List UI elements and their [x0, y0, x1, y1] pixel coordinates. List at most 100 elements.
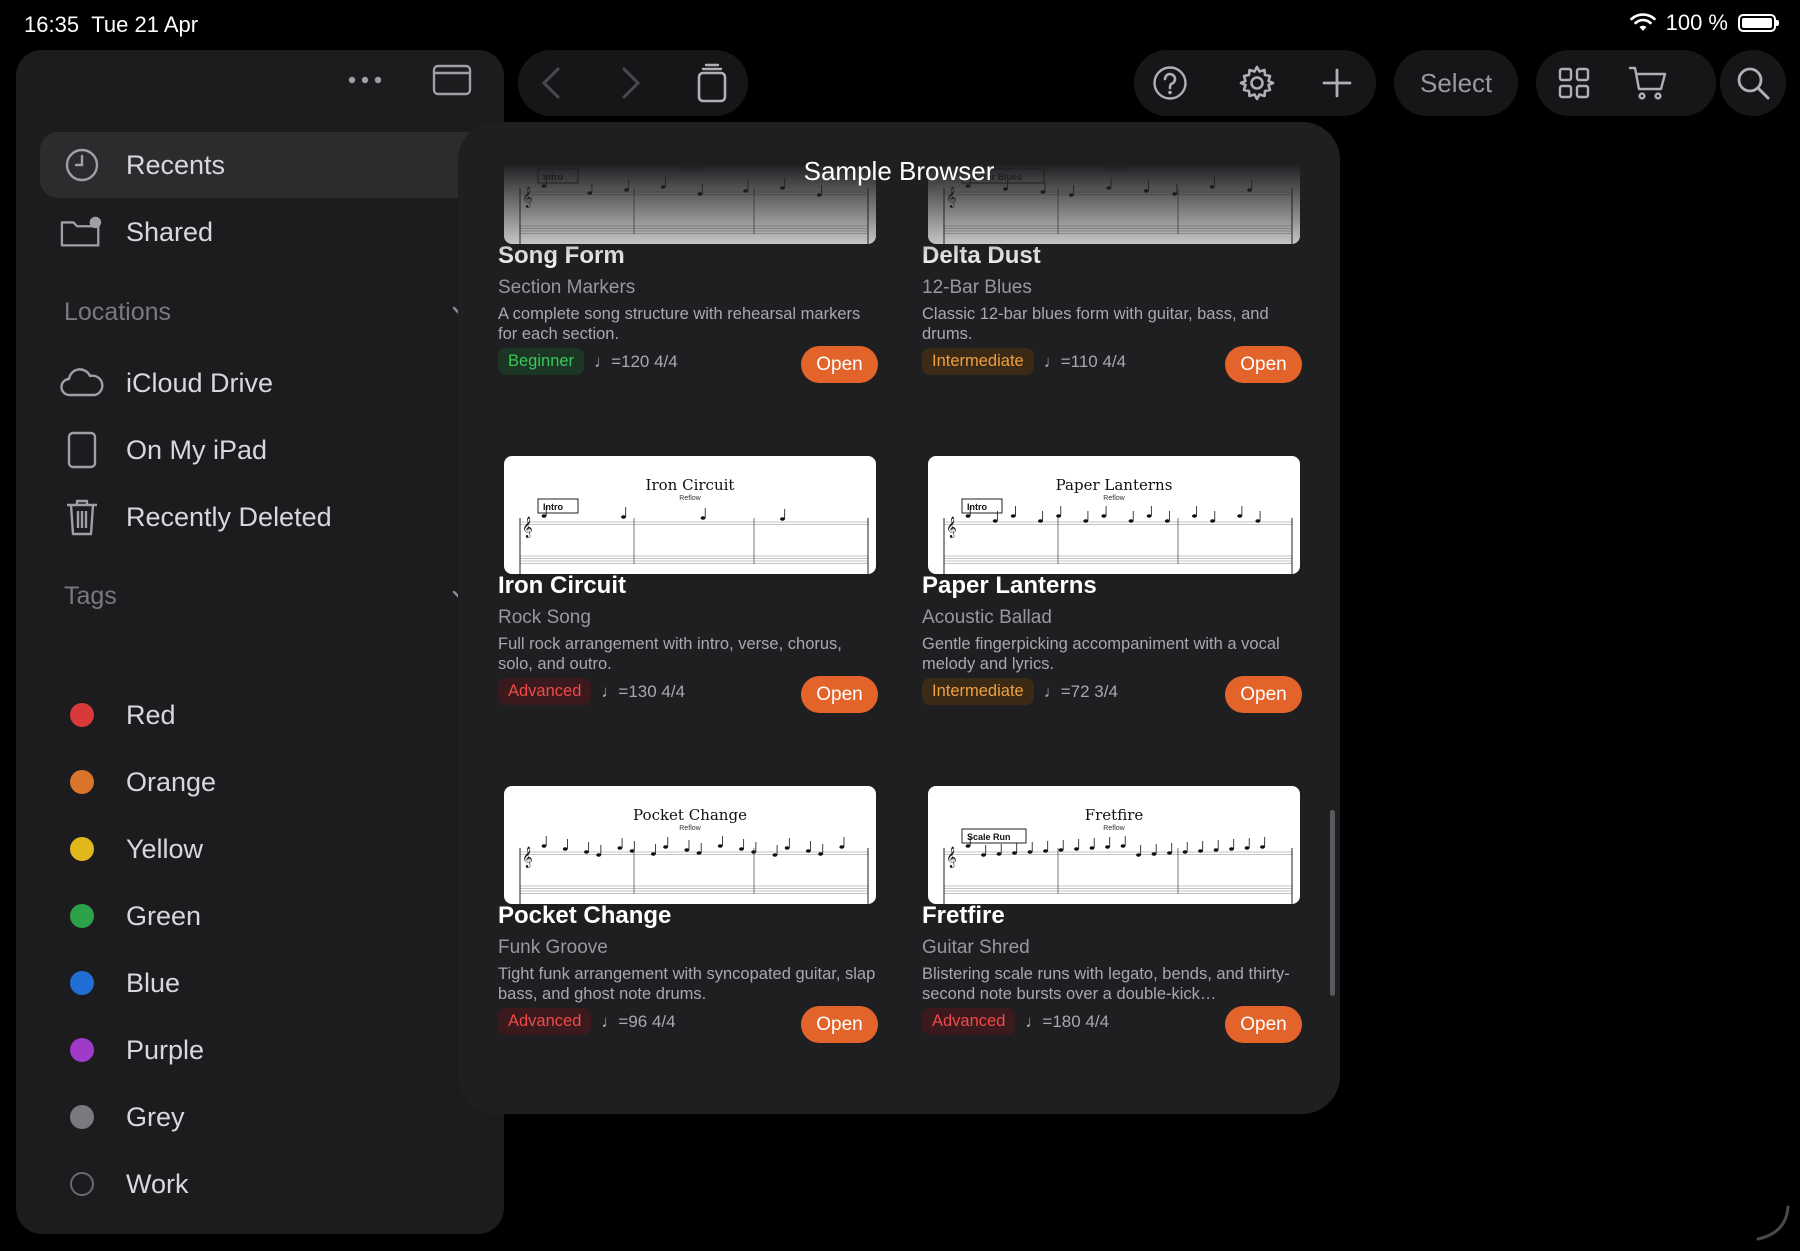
sample-description: Blistering scale runs with legato, bends…	[922, 965, 1290, 1003]
difficulty-badge: Advanced	[922, 1008, 1016, 1035]
tag-item-orange[interactable]: Orange	[40, 749, 480, 815]
search-button[interactable]	[1720, 50, 1786, 116]
tag-dot-icon	[70, 1172, 94, 1196]
tempo-signature: ♩=72 3/4	[1043, 681, 1118, 701]
tempo-signature: ♩=130 4/4	[601, 681, 686, 701]
more-icon[interactable]	[348, 76, 382, 84]
shared-folder-icon	[60, 214, 104, 250]
forward-icon[interactable]	[620, 66, 642, 100]
battery-icon	[1738, 14, 1779, 32]
sidebar-item-label: Recently Deleted	[126, 501, 332, 532]
sidebar-item-shared[interactable]: Shared	[40, 199, 480, 265]
tag-item-work[interactable]: Work	[40, 1151, 480, 1217]
tempo-signature: ♩=180 4/4	[1025, 1011, 1110, 1031]
difficulty-badge: Advanced	[498, 678, 592, 705]
tag-dot-icon	[70, 703, 94, 727]
open-button[interactable]: Open	[1225, 346, 1302, 383]
sidebar-item-recently-deleted[interactable]: Recently Deleted	[40, 484, 480, 550]
sample-subtitle: Acoustic Ballad	[922, 607, 1052, 628]
score-title: Fretfire	[1085, 806, 1144, 824]
trash-icon	[60, 497, 104, 537]
tag-dot-icon	[70, 770, 94, 794]
sidebar-item-on-my-ipad[interactable]: On My iPad	[40, 417, 480, 483]
sample-card[interactable]: Pocket Change Reflow 𝄞 Pocket Change Funk Gr…	[498, 786, 878, 1114]
svg-text:𝄞: 𝄞	[946, 847, 957, 868]
difficulty-badge: Intermediate	[922, 348, 1034, 375]
open-button[interactable]: Open	[801, 346, 878, 383]
tag-item-purple[interactable]: Purple	[40, 1017, 480, 1083]
sidebar-toggle-icon[interactable]	[432, 64, 472, 96]
sample-card[interactable]: Paper Lanterns Reflow Intro 𝄞 Paper Lanterns…	[922, 456, 1302, 786]
sample-card[interactable]: Fretfire Reflow Scale Run 𝄞 Fretfire Guitar S…	[922, 786, 1302, 1114]
tag-item-red[interactable]: Red	[40, 682, 480, 748]
cart-icon[interactable]	[1628, 65, 1668, 101]
score-thumbnail: Iron Circuit Reflow Intro 𝄞	[504, 456, 876, 574]
battery-percent: 100 %	[1665, 10, 1728, 35]
select-label: Select	[1420, 67, 1493, 98]
tempo-signature: ♩=110 4/4	[1043, 351, 1127, 371]
status-indicators: 100 %	[1629, 10, 1779, 36]
sample-description: A complete song structure with rehearsal…	[498, 305, 861, 343]
svg-text:𝄞: 𝄞	[522, 847, 533, 868]
sample-description: Gentle fingerpicking accompaniment with …	[922, 635, 1280, 673]
locations-header[interactable]: Locations	[64, 298, 474, 327]
status-time: 16:35 Tue 21 Apr	[24, 12, 199, 37]
scrollbar[interactable]	[1330, 810, 1335, 996]
sample-meta: Intermediate ♩=72 3/4	[922, 678, 1118, 705]
tag-item-home[interactable]: Home	[40, 1218, 480, 1234]
tag-item-grey[interactable]: Grey	[40, 1084, 480, 1150]
difficulty-badge: Advanced	[498, 1008, 592, 1035]
grid-view-icon[interactable]	[1558, 67, 1590, 99]
tag-label: Work	[126, 1168, 189, 1199]
sample-card[interactable]: Iron Circuit Reflow Intro 𝄞 Iron Circuit Rock…	[498, 456, 878, 786]
help-icon[interactable]	[1152, 65, 1188, 101]
sample-subtitle: Guitar Shred	[922, 937, 1030, 958]
sample-subtitle: Section Markers	[498, 277, 636, 298]
resize-handle-icon[interactable]	[1752, 1203, 1792, 1243]
back-icon[interactable]	[540, 66, 562, 100]
score-title: Paper Lanterns	[1056, 476, 1173, 494]
sidebar-item-recents[interactable]: Recents	[40, 132, 504, 198]
tempo-signature: ♩=96 4/4	[601, 1011, 676, 1031]
score-thumbnail: Pocket Change Reflow 𝄞	[504, 786, 876, 904]
tag-label: Green	[126, 900, 202, 931]
open-button[interactable]: Open	[1225, 676, 1302, 713]
sample-browser-panel: Sample Browser Song FormReflowIntro𝄞Song…	[458, 122, 1340, 1114]
tag-item-blue[interactable]: Blue	[40, 950, 480, 1016]
tags-header[interactable]: Tags	[64, 582, 474, 611]
tag-label: Yellow	[126, 833, 204, 864]
select-button[interactable]: Select	[1394, 50, 1518, 116]
sample-title: Paper Lanterns	[922, 572, 1097, 599]
status-bar: 16:35 Tue 21 Apr 100 %	[0, 0, 1800, 48]
sidebar-item-icloud-drive[interactable]: iCloud Drive	[40, 350, 480, 416]
tag-item-yellow[interactable]: Yellow	[40, 816, 480, 882]
view-toolbar-group	[1536, 50, 1716, 116]
actions-toolbar-group	[1134, 50, 1376, 116]
difficulty-badge: Beginner	[498, 348, 585, 375]
tag-dot-icon	[70, 1105, 94, 1129]
ipad-icon	[60, 431, 104, 469]
stack-icon[interactable]	[696, 63, 728, 103]
panel-title: Sample Browser	[803, 156, 995, 186]
gear-icon[interactable]	[1238, 64, 1276, 102]
tag-item-green[interactable]: Green	[40, 883, 480, 949]
plus-icon[interactable]	[1322, 68, 1352, 98]
tag-dot-icon	[70, 904, 94, 928]
sample-description: Classic 12-bar blues form with guitar, b…	[922, 305, 1269, 343]
sidebar: Recents Shared Locations iCloud Drive On…	[16, 50, 504, 1234]
sample-meta: Intermediate ♩=110 4/4	[922, 348, 1126, 375]
open-button[interactable]: Open	[801, 676, 878, 713]
open-button[interactable]: Open	[1225, 1006, 1302, 1043]
score-title: Pocket Change	[633, 806, 747, 824]
tag-label: Blue	[126, 967, 181, 998]
sidebar-item-label: iCloud Drive	[126, 367, 274, 398]
open-button[interactable]: Open	[801, 1006, 878, 1043]
sample-title: Pocket Change	[498, 902, 672, 929]
sample-meta: Advanced ♩=180 4/4	[922, 1008, 1109, 1035]
sample-description: Tight funk arrangement with syncopated g…	[498, 965, 876, 1003]
nav-toolbar-group	[518, 50, 748, 116]
tag-dot-icon	[70, 971, 94, 995]
svg-text:𝄞: 𝄞	[946, 517, 957, 538]
score-reflow-label: Reflow	[679, 495, 701, 502]
search-icon[interactable]	[1735, 65, 1771, 101]
